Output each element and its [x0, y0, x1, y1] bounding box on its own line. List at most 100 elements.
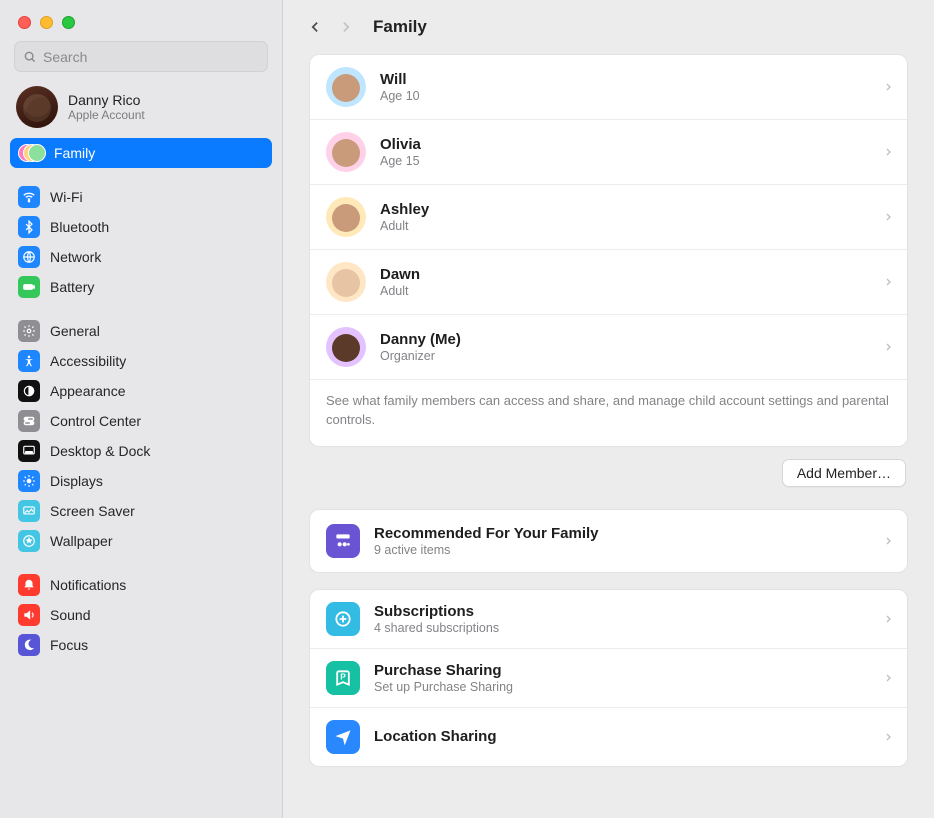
main-header: Family: [283, 0, 934, 54]
member-name: Will: [380, 71, 420, 88]
sidebar-item-label: Desktop & Dock: [50, 443, 150, 459]
sidebar-item-label: Bluetooth: [50, 219, 109, 235]
zoom-window-button[interactable]: [62, 16, 75, 29]
nav-forward-button[interactable]: [335, 18, 355, 36]
search-icon: [23, 50, 37, 64]
location-sharing-row[interactable]: Location Sharing: [310, 707, 907, 766]
member-avatar: [326, 67, 366, 107]
search-field[interactable]: [14, 41, 268, 72]
family-member-row[interactable]: OliviaAge 15: [310, 120, 907, 185]
recommended-row[interactable]: Recommended For Your Family 9 active ite…: [310, 510, 907, 572]
control-center-icon: [18, 410, 40, 432]
wallpaper-icon: [18, 530, 40, 552]
sidebar-item-appearance[interactable]: Appearance: [10, 376, 272, 406]
chevron-right-icon: [884, 730, 893, 744]
member-name: Olivia: [380, 136, 421, 153]
wifi-icon: [18, 186, 40, 208]
member-name: Ashley: [380, 201, 429, 218]
family-member-row[interactable]: Danny (Me)Organizer: [310, 315, 907, 379]
sidebar-item-label: Focus: [50, 637, 88, 653]
displays-icon: [18, 470, 40, 492]
sidebar-item-wallpaper[interactable]: Wallpaper: [10, 526, 272, 556]
family-member-row[interactable]: DawnAdult: [310, 250, 907, 315]
member-sub: Organizer: [380, 349, 461, 363]
search-input[interactable]: [43, 49, 259, 65]
sidebar-item-label: Battery: [50, 279, 94, 295]
recommended-title: Recommended For Your Family: [374, 525, 599, 542]
sidebar-item-desktop-dock[interactable]: Desktop & Dock: [10, 436, 272, 466]
chevron-right-icon: [884, 145, 893, 159]
window-controls: [0, 8, 282, 41]
sidebar-item-accessibility[interactable]: Accessibility: [10, 346, 272, 376]
chevron-right-icon: [884, 671, 893, 685]
member-sub: Age 10: [380, 89, 420, 103]
purchase-sharing-icon: P: [326, 661, 360, 695]
main-content: Family WillAge 10OliviaAge 15AshleyAdult…: [283, 0, 934, 818]
account-name: Danny Rico: [68, 92, 145, 108]
feature-title: Purchase Sharing: [374, 662, 513, 679]
desktop-dock-icon: [18, 440, 40, 462]
sidebar-item-displays[interactable]: Displays: [10, 466, 272, 496]
sidebar-item-label: General: [50, 323, 100, 339]
subscriptions-icon: [326, 602, 360, 636]
member-sub: Adult: [380, 284, 420, 298]
sidebar-item-general[interactable]: General: [10, 316, 272, 346]
member-sub: Age 15: [380, 154, 421, 168]
sidebar-item-label: Accessibility: [50, 353, 126, 369]
member-avatar: [326, 197, 366, 237]
member-avatar: [326, 262, 366, 302]
chevron-right-icon: [884, 340, 893, 354]
account-avatar: [16, 86, 58, 128]
sidebar-item-label: Wi-Fi: [50, 189, 83, 205]
sidebar-item-bluetooth[interactable]: Bluetooth: [10, 212, 272, 242]
feature-sub: Set up Purchase Sharing: [374, 680, 513, 694]
sidebar: Danny Rico Apple Account Family Wi-Fi: [0, 0, 283, 818]
sidebar-item-label: Displays: [50, 473, 103, 489]
close-window-button[interactable]: [18, 16, 31, 29]
recommended-panel: Recommended For Your Family 9 active ite…: [309, 509, 908, 573]
battery-icon: [18, 276, 40, 298]
sidebar-item-focus[interactable]: Focus: [10, 630, 272, 660]
chevron-right-icon: [884, 210, 893, 224]
sidebar-item-sound[interactable]: Sound: [10, 600, 272, 630]
svg-text:P: P: [340, 671, 346, 681]
feature-title: Location Sharing: [374, 728, 497, 745]
feature-title: Subscriptions: [374, 603, 499, 620]
sidebar-account[interactable]: Danny Rico Apple Account: [10, 80, 272, 138]
family-members-panel: WillAge 10OliviaAge 15AshleyAdultDawnAdu…: [309, 54, 908, 447]
family-member-row[interactable]: WillAge 10: [310, 55, 907, 120]
nav-back-button[interactable]: [305, 18, 325, 36]
sidebar-item-label: Screen Saver: [50, 503, 135, 519]
sidebar-item-label: Family: [54, 145, 95, 161]
chevron-right-icon: [884, 80, 893, 94]
sidebar-item-family[interactable]: Family: [10, 138, 272, 168]
chevron-right-icon: [884, 534, 893, 548]
feature-sub: 4 shared subscriptions: [374, 621, 499, 635]
chevron-right-icon: [884, 275, 893, 289]
notifications-icon: [18, 574, 40, 596]
accessibility-icon: [18, 350, 40, 372]
sidebar-item-screen-saver[interactable]: Screen Saver: [10, 496, 272, 526]
appearance-icon: [18, 380, 40, 402]
member-avatar: [326, 132, 366, 172]
sidebar-item-network[interactable]: Network: [10, 242, 272, 272]
member-sub: Adult: [380, 219, 429, 233]
gear-icon: [18, 320, 40, 342]
family-member-row[interactable]: AshleyAdult: [310, 185, 907, 250]
sidebar-item-wifi[interactable]: Wi-Fi: [10, 182, 272, 212]
bluetooth-icon: [18, 216, 40, 238]
purchase-sharing-row[interactable]: P Purchase Sharing Set up Purchase Shari…: [310, 648, 907, 707]
sidebar-item-notifications[interactable]: Notifications: [10, 570, 272, 600]
minimize-window-button[interactable]: [40, 16, 53, 29]
recommended-icon: [326, 524, 360, 558]
sidebar-item-label: Network: [50, 249, 101, 265]
screen-saver-icon: [18, 500, 40, 522]
subscriptions-row[interactable]: Subscriptions 4 shared subscriptions: [310, 590, 907, 648]
sidebar-item-control-center[interactable]: Control Center: [10, 406, 272, 436]
add-member-button[interactable]: Add Member…: [782, 459, 906, 487]
member-name: Dawn: [380, 266, 420, 283]
sidebar-item-battery[interactable]: Battery: [10, 272, 272, 302]
sound-icon: [18, 604, 40, 626]
sharing-features-panel: Subscriptions 4 shared subscriptions P P…: [309, 589, 908, 767]
sidebar-item-label: Sound: [50, 607, 90, 623]
